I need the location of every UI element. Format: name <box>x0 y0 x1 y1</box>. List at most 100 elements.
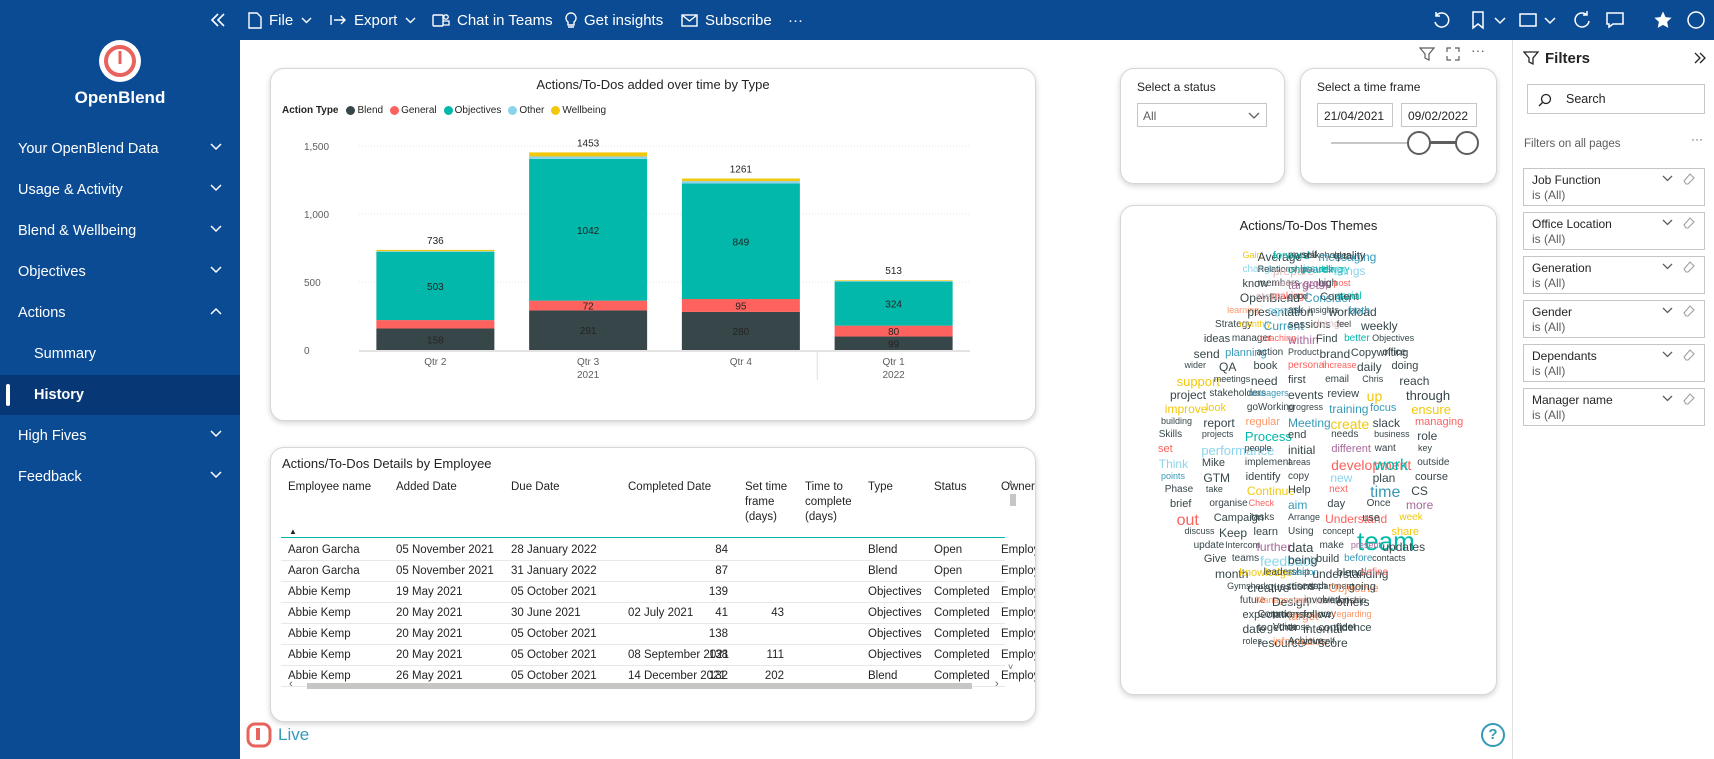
wordcloud-word[interactable]: regarding <box>1334 609 1372 619</box>
wordcloud-word[interactable]: aim <box>1288 498 1307 512</box>
favorite-star-icon[interactable] <box>1653 10 1673 30</box>
wordcloud-word[interactable]: quality <box>1334 250 1366 262</box>
wordcloud-word[interactable]: new <box>1330 471 1352 485</box>
table-row[interactable]: Abbie Kemp 20 May 2021 30 June 2021 02 July… <box>281 603 1035 624</box>
wordcloud-word[interactable]: being <box>1288 553 1317 567</box>
wordcloud-word[interactable]: role <box>1417 429 1437 443</box>
chevron-down-icon[interactable] <box>1662 307 1673 314</box>
wordcloud-word[interactable]: project <box>1170 388 1206 402</box>
get-insights-button[interactable]: Get insights <box>565 0 663 40</box>
column-header[interactable]: Due Date <box>511 480 560 495</box>
nav-item-feedback[interactable]: Feedback <box>0 457 240 497</box>
chat-in-teams-button[interactable]: Chat in Teams <box>432 0 553 40</box>
filters-search-input[interactable]: Search <box>1527 84 1705 114</box>
chevron-down-icon[interactable] <box>1490 10 1510 30</box>
wordcloud-word[interactable]: Mike <box>1202 457 1225 469</box>
nav-item-blend-wellbeing[interactable]: Blend & Wellbeing <box>0 211 240 251</box>
wordcloud-word[interactable]: things <box>1334 264 1366 278</box>
wordcloud-word[interactable]: areas <box>1288 457 1311 467</box>
wordcloud-word[interactable]: Think <box>1159 457 1188 471</box>
wordcloud-word[interactable]: Meeting <box>1288 416 1331 430</box>
column-header[interactable]: Completed Date <box>628 480 711 495</box>
wordcloud-word[interactable]: post <box>1334 278 1351 288</box>
filter-card[interactable]: Manager name is (All) <box>1523 388 1705 426</box>
wordcloud-word[interactable]: implement <box>1245 457 1291 468</box>
wordcloud-word[interactable]: going <box>1349 581 1376 593</box>
wordcloud-word[interactable]: better <box>1344 333 1370 344</box>
wordcloud-word[interactable]: Find <box>1316 333 1337 345</box>
wordcloud-word[interactable]: identify <box>1246 471 1281 483</box>
wordcloud-word[interactable]: brief <box>1170 498 1191 510</box>
help-icon[interactable]: ? <box>1481 723 1505 747</box>
wordcloud-word[interactable]: Chris <box>1362 374 1383 384</box>
column-header[interactable]: Added Date <box>396 480 457 495</box>
wordcloud-word[interactable]: next <box>1329 484 1348 495</box>
wordcloud-word[interactable]: ask <box>1288 305 1304 316</box>
wordcloud-word[interactable]: Product <box>1288 347 1319 357</box>
eraser-icon[interactable] <box>1682 392 1695 405</box>
wordcloud-word[interactable]: both <box>1349 305 1370 317</box>
wordcloud-word[interactable]: Process <box>1245 429 1292 444</box>
wordcloud-word[interactable]: office <box>1382 347 1406 358</box>
wordcloud-word[interactable]: end <box>1288 429 1306 441</box>
export-menu[interactable]: Export <box>330 0 423 40</box>
wordcloud-word[interactable]: doing <box>1391 360 1418 372</box>
wordcloud-word[interactable]: regular <box>1246 416 1280 428</box>
nav-item-high-fives[interactable]: High Fives <box>0 416 240 456</box>
wordcloud-word[interactable]: share <box>1391 526 1419 538</box>
wordcloud-word[interactable]: building <box>1161 416 1192 426</box>
status-dropdown[interactable]: All <box>1137 103 1267 127</box>
collapse-nav-icon[interactable] <box>208 10 228 30</box>
vertical-scroll-thumb[interactable] <box>1010 494 1016 506</box>
wordcloud-word[interactable]: training <box>1329 402 1368 416</box>
wordcloud-word[interactable]: CS <box>1411 484 1428 498</box>
wordcloud-word[interactable]: meet <box>1334 622 1356 633</box>
wordcloud-word[interactable]: update <box>1194 540 1225 551</box>
wordcloud-word[interactable]: managers <box>1249 388 1289 398</box>
table-row[interactable]: Aaron Garcha 05 November 2021 31 January 2… <box>281 561 1035 582</box>
comment-icon[interactable] <box>1605 10 1625 30</box>
wordcloud-word[interactable]: increase <box>1322 360 1356 370</box>
wordcloud-word[interactable]: further <box>1257 540 1292 554</box>
wordcloud-word[interactable]: business <box>1374 429 1410 439</box>
chevron-down-icon[interactable] <box>1662 351 1673 358</box>
eraser-icon[interactable] <box>1682 172 1695 185</box>
wordcloud-word[interactable]: people <box>1245 443 1272 453</box>
horizontal-scrollbar[interactable]: ‹ › <box>289 678 1004 691</box>
wordcloud-word[interactable]: set <box>1158 443 1173 455</box>
wordcloud-word[interactable]: course <box>1415 471 1448 483</box>
wordcloud-word[interactable]: email <box>1325 374 1349 385</box>
wordcloud-word[interactable]: reach <box>1399 374 1429 388</box>
wordcloud-word[interactable]: Once <box>1367 498 1391 509</box>
column-header[interactable]: Type <box>868 480 893 495</box>
wordcloud-word[interactable]: more <box>1406 498 1433 512</box>
scroll-down-icon[interactable]: ˅ <box>1008 662 1013 672</box>
wordcloud-word[interactable]: updates <box>1382 540 1425 554</box>
wordcloud-word[interactable]: learn <box>1254 526 1278 538</box>
end-date-input[interactable]: 09/02/2022 <box>1401 103 1477 127</box>
wordcloud-word[interactable]: managing <box>1415 416 1463 428</box>
wordcloud-word[interactable]: brand <box>1319 347 1350 361</box>
scroll-right-icon[interactable]: › <box>995 678 999 690</box>
wordcloud-word[interactable]: want <box>1375 443 1396 454</box>
vertical-scrollbar[interactable]: ˄ ˅ <box>1008 478 1018 674</box>
focus-mode-icon[interactable] <box>1445 46 1461 62</box>
wordcloud-word[interactable]: tasks <box>1251 512 1274 523</box>
table-row[interactable]: Abbie Kemp 20 May 2021 05 October 2021 08 S… <box>281 645 1035 666</box>
column-header[interactable]: Status <box>934 480 967 495</box>
wordcloud-word[interactable]: Keep <box>1219 526 1247 540</box>
filter-card[interactable]: Dependants is (All) <box>1523 344 1705 382</box>
wordcloud-word[interactable]: need <box>1251 374 1278 388</box>
nav-item-objectives[interactable]: Objectives <box>0 252 240 292</box>
wordcloud-word[interactable]: report <box>1203 416 1234 430</box>
wordcloud-word[interactable]: score <box>1318 636 1347 650</box>
wordcloud-word[interactable]: define <box>1361 567 1388 578</box>
wordcloud-word[interactable]: organise <box>1209 498 1247 509</box>
column-header[interactable]: Set time frame (days) <box>745 480 797 525</box>
filter-card[interactable]: Generation is (All) <box>1523 256 1705 294</box>
wordcloud-word[interactable]: others <box>1336 595 1369 609</box>
file-menu[interactable]: File <box>248 0 319 40</box>
bookmark-icon[interactable] <box>1468 10 1488 30</box>
wordcloud-word[interactable]: initial <box>1288 443 1315 457</box>
wordcloud-word[interactable]: progress <box>1288 402 1323 412</box>
